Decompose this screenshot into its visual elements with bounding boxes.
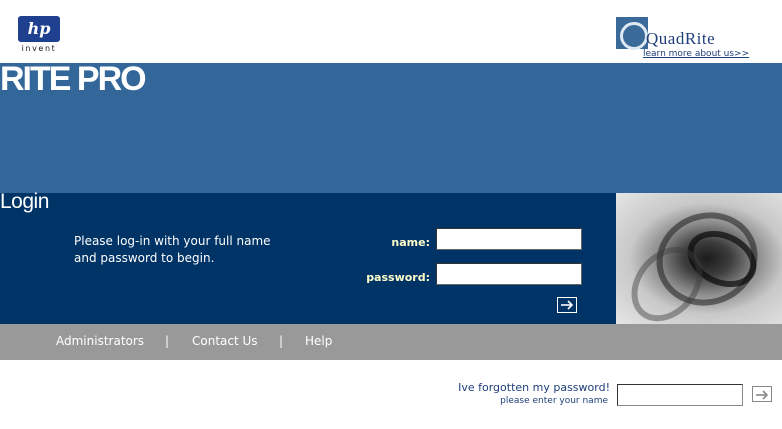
nav-administrators[interactable]: Administrators <box>56 334 144 348</box>
arrow-right-icon <box>561 300 574 310</box>
quadrite-logo-text: QuadRite <box>646 29 716 48</box>
login-heading: Login <box>0 190 49 213</box>
quadrite-logo-circle <box>620 22 648 50</box>
banner-title: RITE PRO <box>0 60 147 98</box>
forgot-password-name-input[interactable] <box>617 384 743 406</box>
banner: RITE PRO <box>0 60 782 193</box>
hero-photo <box>616 193 782 324</box>
nav-separator: | <box>165 334 170 348</box>
quadrite-logo-mark <box>616 17 648 50</box>
login-panel: Login Please log-in with your full name … <box>0 190 616 324</box>
hp-logo-badge: hp <box>18 16 60 42</box>
login-instructions: Please log-in with your full name and pa… <box>74 234 271 265</box>
nav-contact-us[interactable]: Contact Us <box>192 334 258 348</box>
name-label: name: <box>391 236 430 249</box>
learn-more-link[interactable]: learn more about us>> <box>643 49 749 59</box>
hp-logo: hp invent <box>18 16 60 54</box>
forgot-password-submit-button[interactable] <box>752 386 772 402</box>
forgot-password-title: Ive forgotten my password! <box>458 381 610 394</box>
nav-help[interactable]: Help <box>305 334 332 348</box>
hp-logo-tagline: invent <box>21 44 57 53</box>
nav-bar: Administrators | Contact Us | Help <box>0 324 782 360</box>
password-input[interactable] <box>436 263 582 285</box>
login-submit-button[interactable] <box>557 297 577 313</box>
name-input[interactable] <box>436 228 582 250</box>
password-label: password: <box>366 271 430 284</box>
arrow-right-icon <box>756 390 769 400</box>
nav-separator: | <box>279 334 284 348</box>
forgot-password-hint: please enter your name <box>500 396 608 406</box>
